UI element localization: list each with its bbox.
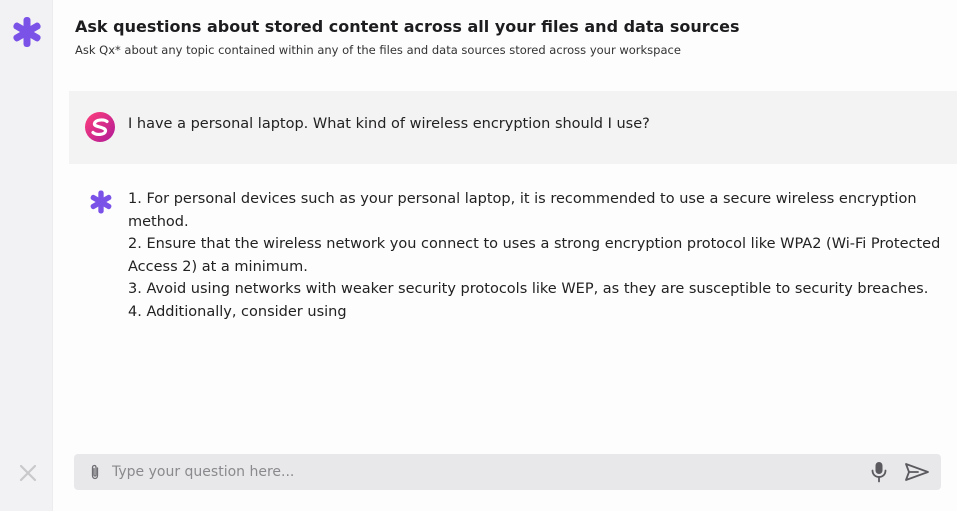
assistant-line: 3. Avoid using networks with weaker secu… (128, 281, 929, 297)
asterisk-icon (90, 190, 112, 214)
page-title: Ask questions about stored content acros… (75, 17, 740, 36)
page-header: Ask questions about stored content acros… (75, 17, 947, 57)
assistant-line: 4. Additionally, consider using (128, 303, 347, 320)
send-icon[interactable] (904, 462, 930, 482)
page-subtitle: Ask Qx* about any topic contained within… (75, 43, 681, 57)
question-input[interactable] (112, 454, 852, 490)
user-message-text: I have a personal laptop. What kind of w… (128, 116, 650, 132)
paperclip-icon[interactable] (87, 463, 103, 481)
chat-app: Ask questions about stored content acros… (0, 0, 957, 511)
main-panel: Ask questions about stored content acros… (53, 0, 957, 511)
assistant-line: 1. For personal devices such as your per… (128, 191, 917, 230)
assistant-message-text: 1. For personal devices such as your per… (128, 188, 951, 323)
assistant-message: 1. For personal devices such as your per… (69, 164, 957, 444)
user-avatar-icon (85, 112, 115, 142)
microphone-icon[interactable] (870, 461, 888, 483)
assistant-line: 2. Ensure that the wireless network you … (128, 236, 941, 275)
user-message: I have a personal laptop. What kind of w… (69, 91, 957, 164)
asterisk-icon (13, 17, 41, 47)
side-rail (0, 0, 53, 511)
question-composer (74, 454, 941, 490)
close-icon[interactable] (17, 462, 39, 484)
